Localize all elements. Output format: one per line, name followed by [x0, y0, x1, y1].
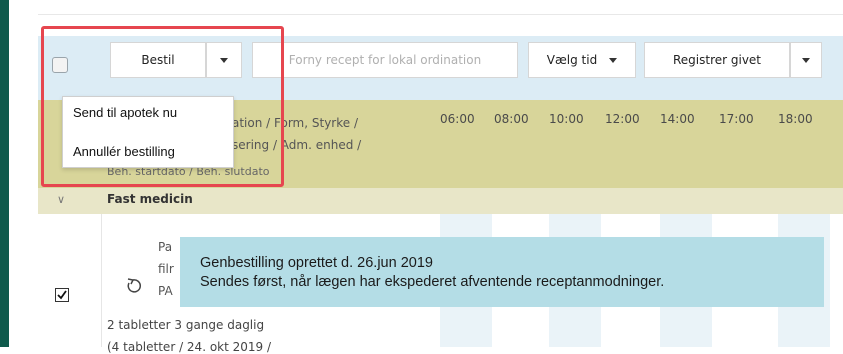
time-col-1400: 14:00: [660, 112, 695, 126]
top-divider: [38, 14, 843, 15]
chevron-down-icon: [802, 57, 810, 63]
renew-prescription-button[interactable]: Forny recept for lokal ordination: [252, 42, 518, 78]
renew-prescription-label: Forny recept for lokal ordination: [288, 53, 482, 67]
medication-line-3: PA: [158, 284, 173, 298]
reorder-tooltip: Genbestilling oprettet d. 26.jun 2019 Se…: [180, 237, 824, 307]
select-time-button[interactable]: Vælg tid: [528, 42, 636, 78]
time-col-1700: 17:00: [719, 112, 754, 126]
dosage-text: 2 tabletter 3 gange daglig: [107, 318, 265, 332]
group-label: Fast medicin: [107, 192, 193, 206]
time-col-1800: 18:00: [778, 112, 813, 126]
time-col-0600: 06:00: [440, 112, 475, 126]
register-given-label: Registrer givet: [672, 53, 762, 67]
register-dropdown-toggle[interactable]: [790, 42, 822, 78]
dosage-text-clipped: (4 tabletter / 24. okt 2019 /: [107, 340, 272, 354]
medication-line-2: filr: [158, 262, 174, 276]
row-divider: [101, 214, 102, 347]
chevron-down-icon: [609, 57, 618, 63]
chevron-down-icon[interactable]: ∨: [57, 193, 65, 206]
medication-line-1: Pa: [158, 240, 173, 254]
check-icon: [57, 290, 67, 300]
time-col-1200: 12:00: [605, 112, 640, 126]
register-given-button[interactable]: Registrer givet: [644, 42, 790, 78]
select-time-label: Vælg tid: [546, 53, 598, 67]
row-checkbox[interactable]: [55, 288, 69, 302]
tooltip-line-2: Sendes først, når lægen har ekspederet a…: [200, 274, 665, 290]
time-col-1000: 10:00: [549, 112, 584, 126]
tooltip-line-1: Genbestilling oprettet d. 26.jun 2019: [200, 255, 433, 271]
left-rail: [0, 0, 9, 347]
time-col-0800: 08:00: [494, 112, 529, 126]
highlight-frame: [41, 26, 284, 187]
reorder-icon: [124, 276, 144, 300]
